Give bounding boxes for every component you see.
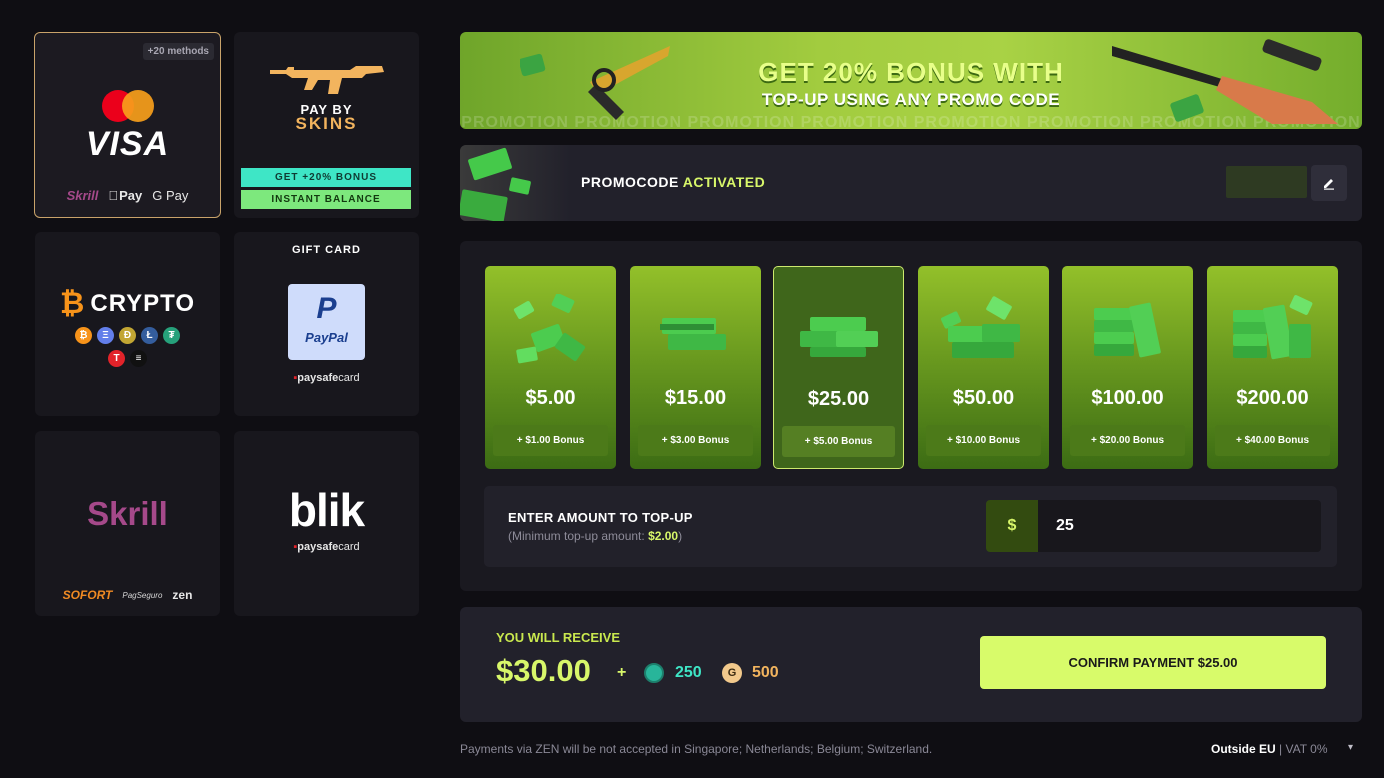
pagseguro-logo: PagSeguro xyxy=(122,590,163,600)
gem-token-icon xyxy=(644,663,664,683)
chevron-down-icon[interactable]: ▾ xyxy=(1348,742,1353,753)
cash-stack-icon xyxy=(660,318,726,350)
skins-bonus-badge: GET +20% BONUS xyxy=(241,168,411,187)
promocode-label: PROMOCODE ACTIVATED xyxy=(581,174,766,190)
edit-promocode-button[interactable] xyxy=(1311,165,1347,201)
amount-price: $5.00 xyxy=(525,387,576,409)
pencil-icon xyxy=(1324,179,1334,190)
crypto-coins-row: ₿ Ξ Ð Ł ₮ xyxy=(35,327,220,344)
gold-coin-value: 500 xyxy=(752,664,779,681)
amount-price: $25.00 xyxy=(807,388,870,410)
amount-tile-200[interactable]: $200.00 + $40.00 Bonus xyxy=(1207,266,1338,469)
rifle-icon xyxy=(270,66,384,94)
banner-headline: GET 20% BONUS WITH xyxy=(758,57,1064,87)
gift-card-title: GIFT CARD xyxy=(292,244,361,256)
crypto-label: CRYPTO xyxy=(90,290,196,317)
zen-logo: zen xyxy=(172,588,193,602)
amount-tile-25[interactable]: $25.00 + $5.00 Bonus xyxy=(773,266,904,469)
payment-method-skrill[interactable]: Skrill SOFORT PagSeguro zen xyxy=(35,431,220,616)
skrill-logo: Skrill xyxy=(66,188,99,203)
region-selector[interactable]: Outside EU | VAT 0% xyxy=(1211,742,1328,756)
banner-subheadline: TOP-UP USING ANY PROMO CODE xyxy=(761,90,1061,109)
payment-method-gift-card[interactable]: GIFT CARD P PayPal ▪paysafecard xyxy=(234,232,419,416)
amount-bonus: + $3.00 Bonus xyxy=(638,425,753,456)
litecoin-coin-icon: Ł xyxy=(141,327,158,344)
skins-instant-badge: INSTANT BALANCE xyxy=(241,190,411,209)
amount-bonus: + $20.00 Bonus xyxy=(1070,425,1185,456)
payment-method-skins[interactable]: PAY BY SKINS GET +20% BONUS INSTANT BALA… xyxy=(234,32,419,218)
amount-input[interactable] xyxy=(1038,500,1321,552)
amount-tile-15[interactable]: $15.00 + $3.00 Bonus xyxy=(630,266,761,469)
apple-icon:  xyxy=(108,188,118,203)
cash-icon xyxy=(460,145,570,221)
amount-bonus: + $10.00 Bonus xyxy=(926,425,1041,456)
payment-method-blik[interactable]: blik ▪paysafecard xyxy=(234,431,419,616)
crypto-coins-row: T ≡ xyxy=(35,350,220,367)
amount-price: $50.00 xyxy=(952,387,1015,409)
bitcoin-coin-icon: ₿ xyxy=(75,327,92,344)
amount-tile-50[interactable]: $50.00 + $10.00 Bonus xyxy=(918,266,1049,469)
gem-token-value: 250 xyxy=(675,664,702,681)
crypto-header: ₿ CRYPTO xyxy=(35,287,220,321)
receive-label: YOU WILL RECEIVE xyxy=(496,630,620,645)
cash-stack-icon xyxy=(1233,295,1313,360)
bitcoin-icon: ₿ xyxy=(59,287,85,320)
skrill-sub-methods: SOFORT PagSeguro zen xyxy=(35,588,220,602)
plus-sign: + xyxy=(617,664,627,681)
custom-amount-box: ENTER AMOUNT TO TOP-UP (Minimum top-up a… xyxy=(484,486,1337,567)
minimum-amount-hint: (Minimum top-up amount: $2.00) xyxy=(508,529,683,543)
blik-logo: blik xyxy=(288,484,365,536)
tether-coin-icon: ₮ xyxy=(163,327,180,344)
cash-icon xyxy=(513,294,586,364)
custom-amount-title: ENTER AMOUNT TO TOP-UP xyxy=(508,510,693,525)
receive-amount: $30.00 xyxy=(496,653,591,688)
promocode-bar: PROMOCODE ACTIVATED xyxy=(460,145,1362,221)
cash-stack-icon xyxy=(800,317,878,357)
tron-coin-icon: T xyxy=(108,350,125,367)
mastercard-icon xyxy=(102,90,154,122)
payment-method-cards[interactable]: +20 methods VISA Skrill Pay G Pay xyxy=(34,32,221,218)
amount-panel: $5.00 + $1.00 Bonus $15.00 + $3.00 Bonus… xyxy=(460,241,1362,591)
solana-coin-icon: ≡ xyxy=(130,350,147,367)
cash-stack-icon xyxy=(1094,302,1161,358)
sofort-logo: SOFORT xyxy=(62,588,113,602)
amount-bonus: + $1.00 Bonus xyxy=(493,425,608,456)
apple-pay-logo: Pay xyxy=(108,188,142,203)
paysafecard-logo: ▪paysafecard xyxy=(293,372,360,384)
amount-bonus: + $5.00 Bonus xyxy=(782,426,895,457)
skrill-logo: Skrill xyxy=(87,495,168,532)
cash-stack-icon xyxy=(940,296,1020,358)
promo-banner: PROMOTION PROMOTION PROMOTION PROMOTION … xyxy=(460,32,1362,129)
amount-bonus: + $40.00 Bonus xyxy=(1215,425,1330,456)
dogecoin-coin-icon: Ð xyxy=(119,327,136,344)
amount-tile-5[interactable]: $5.00 + $1.00 Bonus xyxy=(485,266,616,469)
amount-tile-100[interactable]: $100.00 + $20.00 Bonus xyxy=(1062,266,1193,469)
promocode-status: ACTIVATED xyxy=(682,174,766,190)
visa-logo: VISA xyxy=(85,125,170,163)
confirm-payment-button[interactable]: CONFIRM PAYMENT $25.00 xyxy=(980,636,1326,689)
promocode-input[interactable] xyxy=(1226,166,1307,198)
amount-price: $100.00 xyxy=(1091,387,1164,409)
gold-coin-icon: G xyxy=(722,663,742,683)
payment-method-crypto[interactable]: ₿ CRYPTO ₿ Ξ Ð Ł ₮ T ≡ xyxy=(35,232,220,416)
paypal-logo: P PayPal xyxy=(288,284,365,360)
methods-count-badge: +20 methods xyxy=(142,43,214,60)
currency-symbol: $ xyxy=(986,500,1038,552)
cards-sub-methods: Skrill Pay G Pay xyxy=(35,188,220,203)
payment-restriction-note: Payments via ZEN will be not accepted in… xyxy=(460,742,933,756)
skins-subtitle: SKINS xyxy=(295,114,358,133)
google-pay-logo: G Pay xyxy=(147,188,188,203)
paysafecard-logo: ▪paysafecard xyxy=(293,541,360,553)
amount-price: $15.00 xyxy=(664,387,727,409)
ethereum-coin-icon: Ξ xyxy=(97,327,114,344)
amount-price: $200.00 xyxy=(1236,387,1309,409)
receive-panel: YOU WILL RECEIVE $30.00 + 250 G 500 CONF… xyxy=(460,607,1362,722)
paypal-icon: P xyxy=(316,292,337,325)
